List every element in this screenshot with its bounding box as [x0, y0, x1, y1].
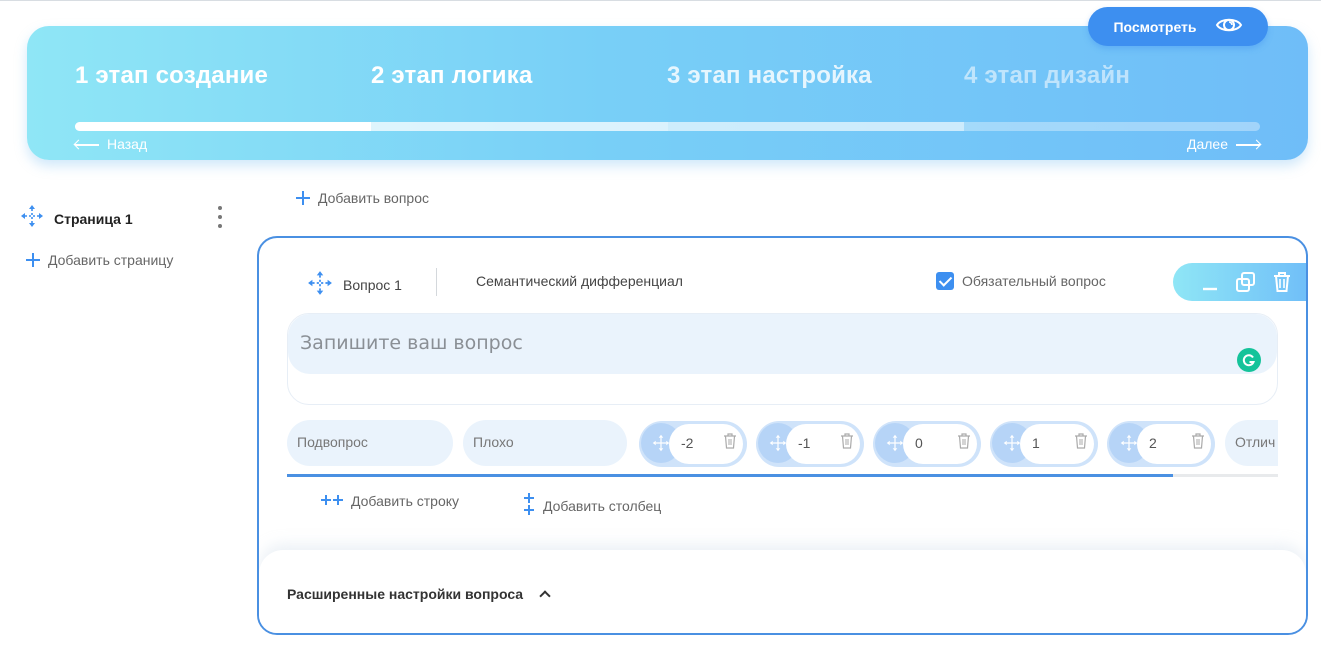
minimize-icon[interactable] — [1199, 271, 1221, 293]
question-card: Вопрос 1 Семантический дифференциал Обяз… — [257, 236, 1308, 635]
trash-icon[interactable] — [1191, 433, 1205, 449]
move-icon[interactable] — [307, 270, 333, 299]
chevron-up-icon — [539, 590, 551, 602]
trash-icon[interactable] — [840, 433, 854, 449]
add-row-button[interactable]: Добавить строку — [321, 493, 459, 509]
add-page-button[interactable]: Добавить страницу — [26, 252, 173, 268]
stage-2-label[interactable]: 2 этап логика — [371, 62, 533, 90]
trash-icon[interactable] — [1271, 271, 1293, 293]
progress-segment-1 — [75, 122, 371, 131]
scale-option: -2 — [639, 421, 747, 467]
scale-row: Подвопрос Плохо -2 -1 0 1 2 Отлич — [287, 420, 1278, 468]
scale-option: 1 — [990, 421, 1098, 467]
required-label: Обязательный вопрос — [962, 273, 1106, 289]
add-question-button[interactable]: Добавить вопрос — [296, 190, 429, 206]
arrow-left-icon — [75, 139, 99, 149]
next-button[interactable]: Далее — [1187, 136, 1260, 152]
sidebar-page-1[interactable]: Страница 1 — [20, 204, 133, 233]
scrollbar-thumb[interactable] — [287, 474, 1173, 477]
question-text-input[interactable]: Запишите ваш вопрос — [288, 314, 1277, 374]
page-label: Страница 1 — [54, 210, 133, 227]
header-divider — [436, 268, 437, 296]
add-column-label: Добавить столбец — [543, 497, 662, 514]
question-header: Вопрос 1 — [307, 270, 402, 299]
right-label-input[interactable]: Отлич — [1225, 420, 1278, 466]
scale-option: 2 — [1107, 421, 1215, 467]
stage-4-label[interactable]: 4 этап дизайн — [964, 62, 1130, 90]
horizontal-scrollbar[interactable] — [287, 474, 1278, 477]
scale-option: -1 — [756, 421, 864, 467]
advanced-settings-label: Расширенные настройки вопроса — [287, 586, 524, 602]
back-label: Назад — [107, 136, 148, 152]
question-toolbar — [1173, 263, 1306, 301]
back-button[interactable]: Назад — [75, 136, 147, 152]
plus-icon — [26, 253, 40, 267]
question-type[interactable]: Семантический дифференциал — [476, 273, 683, 289]
trash-icon[interactable] — [957, 433, 971, 449]
copy-icon[interactable] — [1235, 271, 1257, 293]
progress-segment-3 — [668, 122, 964, 131]
next-label: Далее — [1186, 136, 1228, 152]
kebab-icon[interactable] — [216, 206, 224, 228]
add-page-label: Добавить страницу — [48, 252, 174, 268]
stage-3-label[interactable]: 3 этап настройка — [667, 62, 872, 90]
add-column-icon — [523, 493, 535, 518]
stage-1-label[interactable]: 1 этап создание — [75, 62, 268, 90]
question-number: Вопрос 1 — [343, 276, 402, 293]
subquestion-input[interactable]: Подвопрос — [287, 420, 453, 466]
trash-icon[interactable] — [1074, 433, 1088, 449]
progress-segment-2 — [371, 122, 668, 131]
grammarly-icon[interactable] — [1237, 348, 1261, 372]
question-text-container: Запишите ваш вопрос — [287, 313, 1278, 405]
eye-icon — [1215, 15, 1243, 38]
top-divider — [0, 0, 1321, 1]
stage-banner: 1 этап создание 2 этап логика 3 этап нас… — [27, 26, 1308, 160]
add-question-label: Добавить вопрос — [318, 190, 429, 206]
left-label-input[interactable]: Плохо — [463, 420, 627, 466]
add-row-icon — [321, 493, 343, 509]
preview-button[interactable]: Посмотреть — [1088, 7, 1268, 46]
required-checkbox[interactable]: Обязательный вопрос — [936, 272, 1106, 290]
advanced-settings-panel: Расширенные настройки вопроса — [259, 550, 1306, 633]
scale-option: 0 — [873, 421, 981, 467]
add-row-label: Добавить строку — [351, 493, 460, 509]
plus-icon — [296, 191, 310, 205]
advanced-settings-toggle[interactable]: Расширенные настройки вопроса — [287, 586, 551, 602]
add-column-button[interactable]: Добавить столбец — [523, 493, 661, 518]
preview-button-label: Посмотреть — [1113, 18, 1197, 35]
move-icon[interactable] — [20, 204, 44, 233]
trash-icon[interactable] — [723, 433, 737, 449]
arrow-right-icon — [1236, 139, 1260, 149]
stage-progress-bar — [75, 122, 1260, 131]
checkbox-checked-icon[interactable] — [936, 272, 954, 290]
